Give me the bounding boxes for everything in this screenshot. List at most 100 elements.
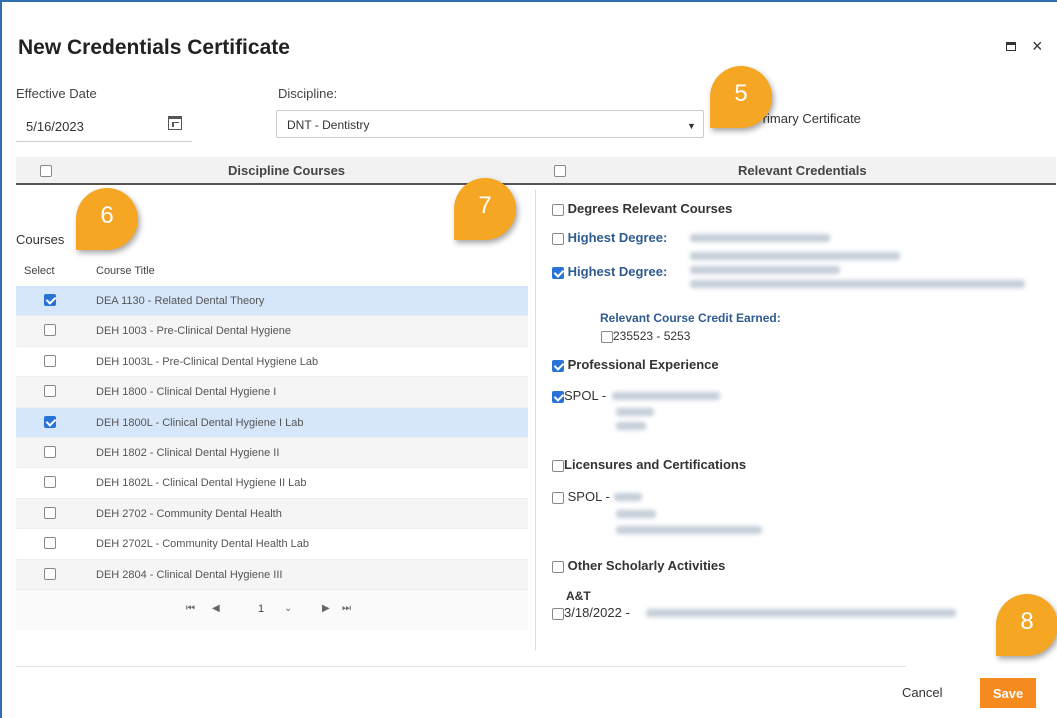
effective-date-label: Effective Date xyxy=(16,86,97,101)
course-title: DEH 1802 - Clinical Dental Hygiene II xyxy=(96,446,280,459)
professional-experience-label: Professional Experience xyxy=(567,357,719,372)
table-row[interactable]: DEH 1800 - Clinical Dental Hygiene I xyxy=(16,377,528,408)
callout-marker: 8 xyxy=(996,594,1057,656)
licensures-label: Licensures and Certifications xyxy=(564,457,747,472)
table-row[interactable]: DEH 2702 - Community Dental Health xyxy=(16,498,528,530)
other-scholarly[interactable]: Other Scholarly Activities xyxy=(552,558,725,573)
professional-experience-checkbox[interactable] xyxy=(552,359,564,372)
courses-table: DEA 1130 - Related Dental Theory DEH 100… xyxy=(16,286,528,590)
callout-marker: 6 xyxy=(76,188,138,250)
redacted-text xyxy=(612,392,720,400)
credit-item-checkbox[interactable] xyxy=(601,330,613,343)
at-item[interactable]: 3/18/2022 - xyxy=(552,605,630,620)
redacted-text xyxy=(690,234,830,242)
redacted-text xyxy=(616,408,654,416)
highest-degree-1[interactable]: Highest Degree: xyxy=(552,230,667,245)
row-checkbox[interactable] xyxy=(44,294,56,306)
row-checkbox[interactable] xyxy=(44,476,56,489)
redacted-text xyxy=(690,252,900,260)
relevant-credit-label: Relevant Course Credit Earned: xyxy=(600,311,781,325)
highest-degree-2[interactable]: Highest Degree: xyxy=(552,264,667,279)
row-checkbox[interactable] xyxy=(44,506,56,519)
last-page-icon[interactable]: ⏭ xyxy=(342,603,351,614)
discipline-courses-title: Discipline Courses xyxy=(228,163,346,178)
credit-item[interactable]: 235523 - 5253 xyxy=(601,329,690,343)
professional-experience[interactable]: Professional Experience xyxy=(552,357,719,372)
prev-page-icon[interactable]: ◀ xyxy=(212,603,220,614)
table-row[interactable]: DEH 1800L - Clinical Dental Hygiene I La… xyxy=(16,407,528,438)
redacted-text xyxy=(690,266,840,274)
course-title: DEH 2804 - Clinical Dental Hygiene III xyxy=(96,568,283,581)
table-row[interactable]: DEA 1130 - Related Dental Theory xyxy=(16,286,528,317)
effective-date-field[interactable]: 5/16/2023 xyxy=(16,110,192,142)
row-checkbox[interactable] xyxy=(44,445,56,458)
table-row[interactable]: DEH 2804 - Clinical Dental Hygiene III xyxy=(16,559,528,590)
spol-2[interactable]: SPOL - xyxy=(552,489,610,504)
course-title: DEH 1003L - Pre-Clinical Dental Hygiene … xyxy=(96,355,319,368)
highest-degree-1-checkbox[interactable] xyxy=(552,232,564,245)
table-row[interactable]: DEH 1802 - Clinical Dental Hygiene II xyxy=(16,437,528,469)
at-item-checkbox[interactable] xyxy=(552,607,564,620)
row-checkbox[interactable] xyxy=(44,567,56,580)
primary-certificate-label: Primary Certificate xyxy=(754,111,861,126)
course-title: DEH 1003 - Pre-Clinical Dental Hygiene xyxy=(96,325,292,338)
redacted-text xyxy=(614,493,642,501)
highest-degree-2-label: Highest Degree: xyxy=(567,264,668,279)
discipline-value: DNT - Dentistry xyxy=(287,118,370,132)
spol-1-checkbox[interactable] xyxy=(552,390,564,403)
spol-2-label: SPOL - xyxy=(567,489,610,504)
table-row[interactable]: DEH 2702L - Community Dental Health Lab xyxy=(16,529,528,560)
course-title: DEH 1800 - Clinical Dental Hygiene I xyxy=(96,386,277,399)
other-scholarly-checkbox[interactable] xyxy=(552,560,564,573)
close-icon[interactable]: × xyxy=(1032,37,1043,55)
row-checkbox[interactable] xyxy=(44,324,56,337)
degrees-relevant-courses[interactable]: Degrees Relevant Courses xyxy=(552,201,732,216)
row-checkbox[interactable] xyxy=(44,354,56,367)
redacted-text xyxy=(690,280,1025,288)
table-row[interactable]: DEH 1003L - Pre-Clinical Dental Hygiene … xyxy=(16,347,528,378)
credit-item-label: 235523 - 5253 xyxy=(613,329,691,343)
discipline-select[interactable]: DNT - Dentistry ▼ xyxy=(276,110,704,138)
at-item-label: 3/18/2022 - xyxy=(564,605,630,620)
relevant-credentials-header: Relevant Credentials xyxy=(536,157,1056,185)
select-all-courses-checkbox[interactable] xyxy=(40,165,52,177)
degrees-checkbox[interactable] xyxy=(552,203,564,216)
relevant-credentials-title: Relevant Credentials xyxy=(738,163,867,178)
next-page-icon[interactable]: ▶ xyxy=(322,603,330,614)
column-divider xyxy=(535,190,536,650)
table-row[interactable]: DEH 1802L - Clinical Dental Hygiene II L… xyxy=(16,468,528,499)
row-checkbox[interactable] xyxy=(44,415,56,428)
course-title: DEH 1800L - Clinical Dental Hygiene I La… xyxy=(96,416,304,429)
row-checkbox[interactable] xyxy=(44,537,56,550)
page-number[interactable]: 1 xyxy=(258,603,264,615)
footer-divider xyxy=(16,666,906,667)
pager: ⏮ ◀ 1 ⌄ ▶ ⏭ xyxy=(16,590,528,630)
chevron-down-icon[interactable]: ⌄ xyxy=(284,603,292,614)
first-page-icon[interactable]: ⏮ xyxy=(186,603,195,614)
spol-1[interactable]: SPOL - xyxy=(552,388,606,403)
column-course-title: Course Title xyxy=(96,265,155,277)
course-title: DEH 2702L - Community Dental Health Lab xyxy=(96,538,309,551)
callout-number: 6 xyxy=(100,202,114,229)
calendar-icon[interactable] xyxy=(168,116,182,130)
degrees-relevant-label: Degrees Relevant Courses xyxy=(567,201,733,216)
table-row[interactable]: DEH 1003 - Pre-Clinical Dental Hygiene xyxy=(16,316,528,347)
save-button[interactable]: Save xyxy=(980,678,1036,708)
course-title: DEH 1802L - Clinical Dental Hygiene II L… xyxy=(96,477,307,490)
course-title: DEH 2702 - Community Dental Health xyxy=(96,507,282,520)
column-select: Select xyxy=(24,265,55,277)
select-all-credentials-checkbox[interactable] xyxy=(554,165,566,177)
courses-label: Courses xyxy=(16,232,65,247)
licensures-checkbox[interactable] xyxy=(552,459,564,472)
redacted-text xyxy=(646,609,956,617)
effective-date-value: 5/16/2023 xyxy=(26,119,84,134)
dropdown-arrow-icon[interactable]: ▼ xyxy=(687,121,696,131)
row-checkbox[interactable] xyxy=(44,385,56,398)
spol-2-checkbox[interactable] xyxy=(552,491,564,504)
maximize-icon[interactable] xyxy=(1006,42,1016,51)
cancel-button[interactable]: Cancel xyxy=(902,685,943,700)
redacted-text xyxy=(616,422,646,430)
callout-marker: 5 xyxy=(710,66,772,128)
highest-degree-2-checkbox[interactable] xyxy=(552,266,564,279)
licensures[interactable]: Licensures and Certifications xyxy=(552,457,746,472)
